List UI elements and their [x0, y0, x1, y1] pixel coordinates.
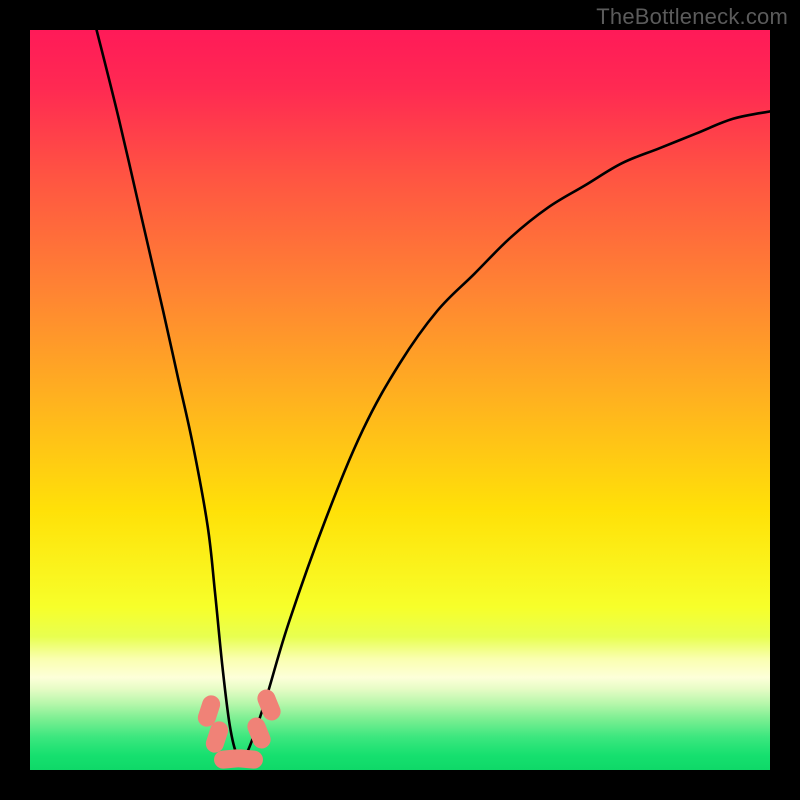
plot-area: [30, 30, 770, 770]
watermark-text: TheBottleneck.com: [596, 4, 788, 30]
chart-frame: TheBottleneck.com: [0, 0, 800, 800]
bottleneck-curve: [30, 30, 770, 770]
curve-marker: [230, 749, 263, 770]
